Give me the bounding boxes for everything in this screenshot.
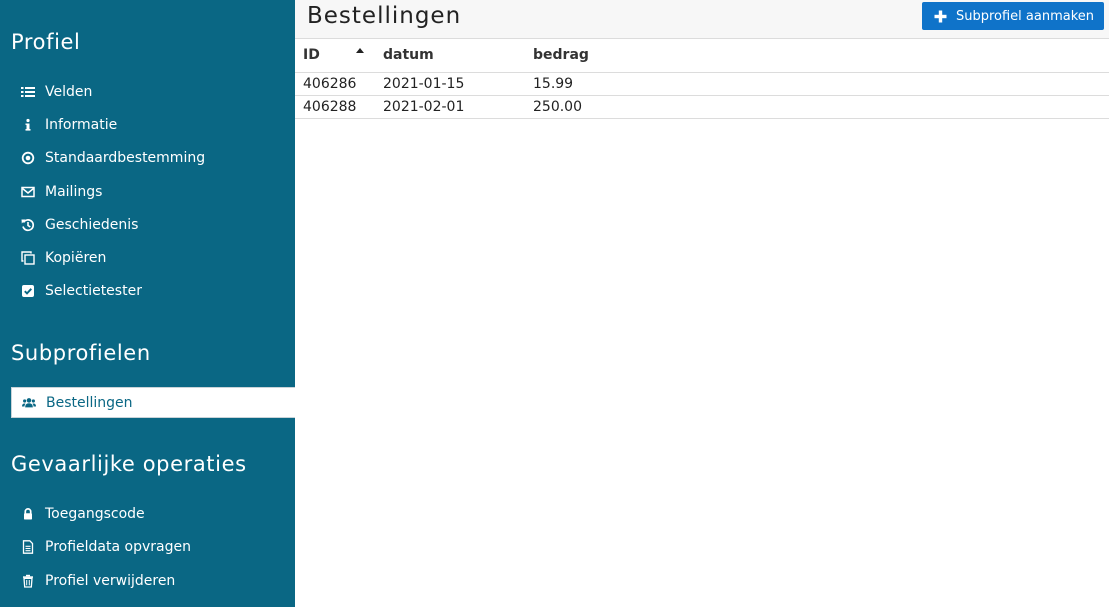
sidebar-item-toegangscode[interactable]: Toegangscode (11, 498, 295, 529)
sidebar-item-mailings[interactable]: Mailings (11, 176, 295, 207)
sidebar-item-label: Informatie (45, 116, 118, 133)
cell-datum: 2021-01-15 (375, 72, 525, 96)
sidebar-item-informatie[interactable]: Informatie (11, 109, 295, 140)
file-text-icon (11, 539, 45, 554)
column-header-bedrag[interactable]: bedrag (525, 39, 1109, 73)
table-header-row: ID datum bedrag (295, 39, 1109, 73)
orders-table: ID datum bedrag 406286 2021-01-15 15.99 … (295, 39, 1109, 119)
column-header-label: ID (303, 47, 320, 64)
sidebar-item-label: Profieldata opvragen (45, 538, 191, 555)
dot-circle-icon (11, 151, 45, 165)
sidebar-item-standaardbestemming[interactable]: Standaardbestemming (11, 142, 295, 173)
sidebar-item-bestellingen[interactable]: Bestellingen (11, 387, 295, 418)
sidebar-item-velden[interactable]: Velden (11, 76, 295, 107)
lock-icon (11, 507, 45, 521)
list-icon (11, 85, 45, 99)
sidebar-item-label: Standaardbestemming (45, 149, 206, 166)
sidebar-item-label: Selectietester (45, 282, 142, 299)
sidebar-item-kopieren[interactable]: Kopiëren (11, 242, 295, 273)
sidebar-item-selectietester[interactable]: Selectietester (11, 275, 295, 306)
sidebar-item-label: Velden (45, 83, 93, 100)
table-row[interactable]: 406286 2021-01-15 15.99 (295, 72, 1109, 96)
history-icon (11, 218, 45, 232)
sidebar-item-geschiedenis[interactable]: Geschiedenis (11, 209, 295, 240)
sidebar-item-label: Toegangscode (45, 505, 145, 522)
main-content: Bestellingen Subprofiel aanmaken ID datu… (295, 0, 1109, 607)
check-square-icon (11, 284, 45, 298)
create-subprofile-button[interactable]: Subprofiel aanmaken (921, 2, 1104, 30)
cell-bedrag: 250.00 (525, 95, 1109, 119)
copy-icon (11, 250, 45, 265)
sort-ascending-icon (356, 48, 364, 53)
sidebar-item-profieldata-opvragen[interactable]: Profieldata opvragen (11, 531, 295, 562)
section-title-subprofiles: Subprofielen (11, 341, 151, 365)
column-header-datum[interactable]: datum (375, 39, 525, 73)
table-row[interactable]: 406288 2021-02-01 250.00 (295, 95, 1109, 119)
sidebar-item-label: Bestellingen (46, 394, 133, 411)
sidebar-item-label: Mailings (45, 183, 103, 200)
column-header-label: datum (383, 47, 434, 64)
info-icon (11, 118, 45, 132)
cell-id: 406286 (295, 72, 375, 96)
sidebar-item-label: Kopiëren (45, 249, 107, 266)
cell-datum: 2021-02-01 (375, 95, 525, 119)
plus-icon (934, 10, 947, 22)
trash-icon (11, 574, 45, 588)
cell-bedrag: 15.99 (525, 72, 1109, 96)
users-icon (12, 396, 46, 410)
page-title: Bestellingen (307, 3, 462, 29)
sidebar-item-profiel-verwijderen[interactable]: Profiel verwijderen (11, 565, 295, 596)
column-header-label: bedrag (533, 47, 589, 64)
cell-id: 406288 (295, 95, 375, 119)
create-subprofile-label: Subprofiel aanmaken (955, 8, 1094, 24)
sidebar-item-label: Geschiedenis (45, 216, 139, 233)
sidebar-item-label: Profiel verwijderen (45, 572, 176, 589)
column-header-id[interactable]: ID (295, 39, 375, 73)
section-title-danger: Gevaarlijke operaties (11, 452, 247, 476)
section-title-profile: Profiel (11, 30, 81, 54)
envelope-icon (11, 185, 45, 199)
page-header: Bestellingen Subprofiel aanmaken (295, 0, 1109, 39)
sidebar: Profiel Velden Informatie Standaardbeste… (0, 0, 295, 607)
